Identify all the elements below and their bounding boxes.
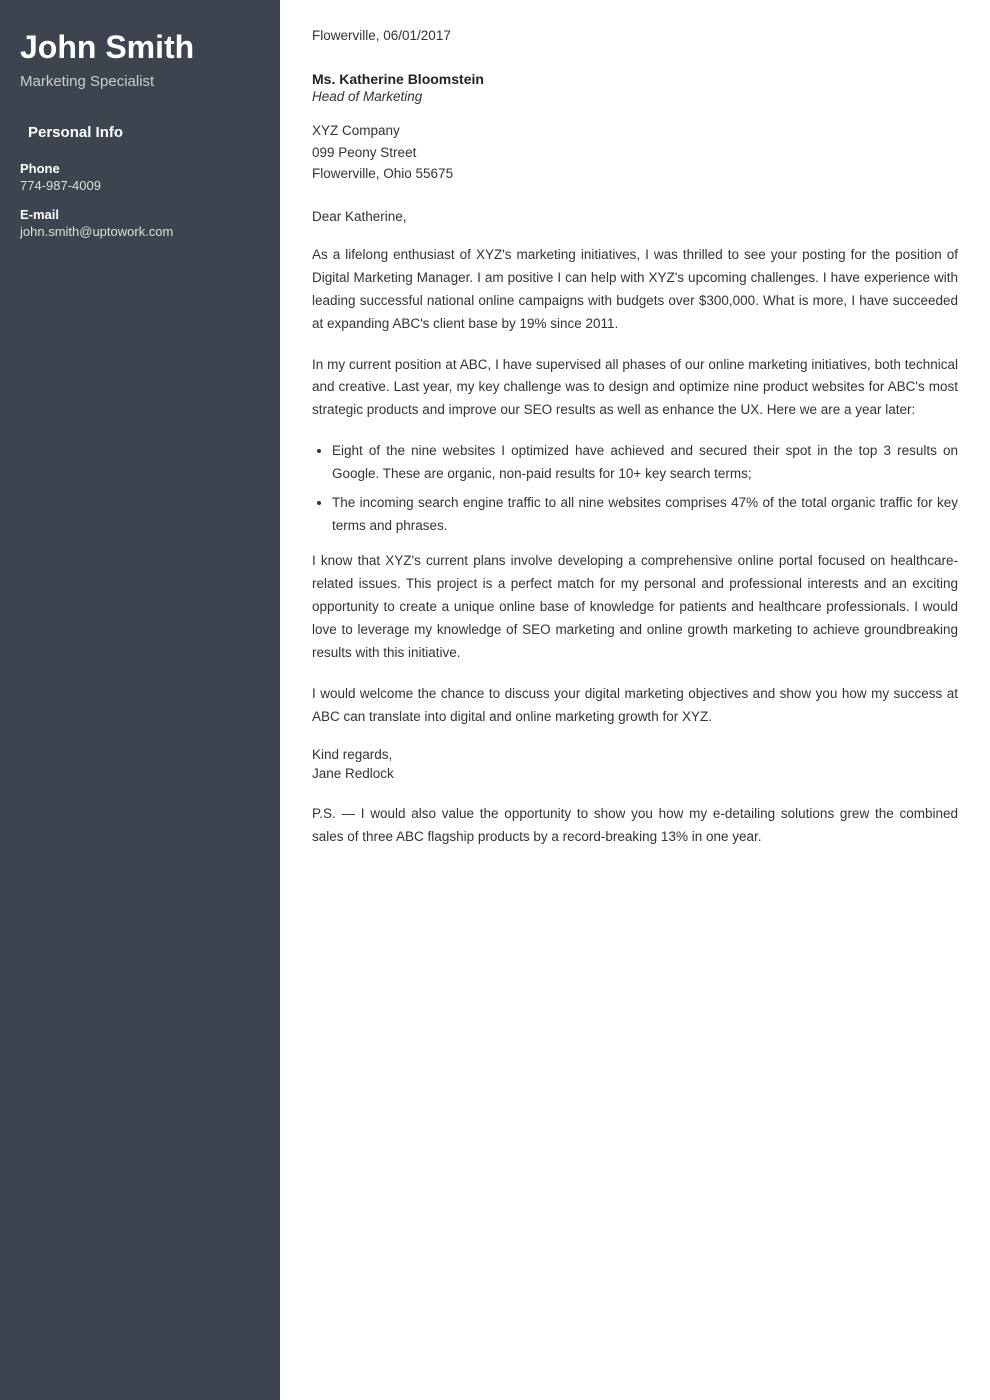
personal-info-section: Personal Info Phone 774-987-4009 E-mail … bbox=[20, 118, 260, 239]
address-line1: XYZ Company bbox=[312, 120, 958, 142]
letter-paragraph-3: I know that XYZ's current plans involve … bbox=[312, 550, 958, 665]
applicant-name: John Smith bbox=[20, 30, 260, 65]
main-content: Flowerville, 06/01/2017 Ms. Katherine Bl… bbox=[280, 0, 990, 1400]
letter-greeting: Dear Katherine, bbox=[312, 209, 958, 224]
recipient-name: Ms. Katherine Bloomstein bbox=[312, 71, 958, 87]
letter-bullet-list: Eight of the nine websites I optimized h… bbox=[312, 440, 958, 538]
bullet-item-2: The incoming search engine traffic to al… bbox=[332, 492, 958, 538]
bullet-item-1: Eight of the nine websites I optimized h… bbox=[332, 440, 958, 486]
address-line2: 099 Peony Street bbox=[312, 142, 958, 164]
recipient-role: Head of Marketing bbox=[312, 89, 958, 104]
letter-date: Flowerville, 06/01/2017 bbox=[312, 28, 958, 43]
letter-paragraph-4: I would welcome the chance to discuss yo… bbox=[312, 683, 958, 729]
letter-paragraph-2: In my current position at ABC, I have su… bbox=[312, 354, 958, 423]
address-line3: Flowerville, Ohio 55675 bbox=[312, 163, 958, 185]
applicant-title: Marketing Specialist bbox=[20, 73, 260, 90]
personal-info-title: Personal Info bbox=[28, 124, 123, 141]
email-label: E-mail bbox=[20, 207, 260, 222]
email-value: john.smith@uptowork.com bbox=[20, 224, 260, 239]
letter-closing: Kind regards, bbox=[312, 747, 958, 762]
letter-paragraph-1: As a lifelong enthusiast of XYZ's market… bbox=[312, 244, 958, 336]
phone-label: Phone bbox=[20, 161, 260, 176]
sidebar: John Smith Marketing Specialist Personal… bbox=[0, 0, 280, 1400]
letter-ps: P.S. — I would also value the opportunit… bbox=[312, 803, 958, 849]
recipient-address: XYZ Company 099 Peony Street Flowerville… bbox=[312, 120, 958, 185]
letter-signoff: Jane Redlock bbox=[312, 766, 958, 781]
personal-info-header: Personal Info bbox=[20, 118, 260, 147]
phone-value: 774-987-4009 bbox=[20, 178, 260, 193]
